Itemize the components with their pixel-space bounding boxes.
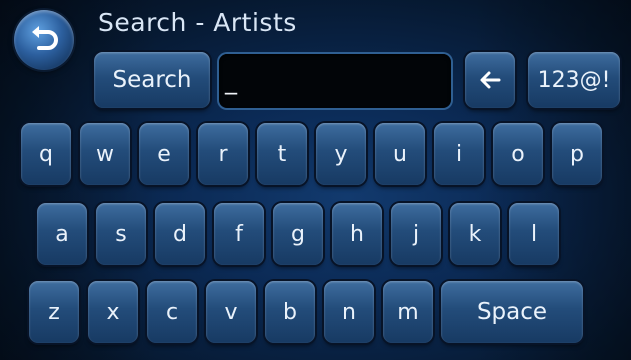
key-m[interactable]: m [383,281,433,343]
key-j[interactable]: j [391,203,441,265]
key-e[interactable]: e [139,123,189,185]
key-d[interactable]: d [155,203,205,265]
search-input[interactable]: _ [219,54,451,108]
search-screen: Search - Artists Search _ 123@! q w e r … [0,0,631,360]
key-k[interactable]: k [450,203,500,265]
backspace-button[interactable] [465,52,515,108]
key-u[interactable]: u [375,123,425,185]
key-h[interactable]: h [332,203,382,265]
key-q[interactable]: q [21,123,71,185]
key-c[interactable]: c [147,281,197,343]
key-g[interactable]: g [273,203,323,265]
space-key[interactable]: Space [441,281,583,343]
key-r[interactable]: r [198,123,248,185]
key-b[interactable]: b [265,281,315,343]
search-button[interactable]: Search [94,52,210,108]
key-y[interactable]: y [316,123,366,185]
key-z[interactable]: z [29,281,79,343]
symbols-button[interactable]: 123@! [528,52,620,108]
back-arrow-icon [32,26,58,50]
key-n[interactable]: n [324,281,374,343]
key-a[interactable]: a [37,203,87,265]
key-l[interactable]: l [509,203,559,265]
page-title: Search - Artists [98,8,297,37]
key-p[interactable]: p [552,123,602,185]
key-v[interactable]: v [206,281,256,343]
key-w[interactable]: w [80,123,130,185]
key-o[interactable]: o [493,123,543,185]
key-f[interactable]: f [214,203,264,265]
left-arrow-icon [480,71,501,89]
key-x[interactable]: x [88,281,138,343]
back-button[interactable] [14,10,74,70]
key-t[interactable]: t [257,123,307,185]
key-i[interactable]: i [434,123,484,185]
key-s[interactable]: s [96,203,146,265]
